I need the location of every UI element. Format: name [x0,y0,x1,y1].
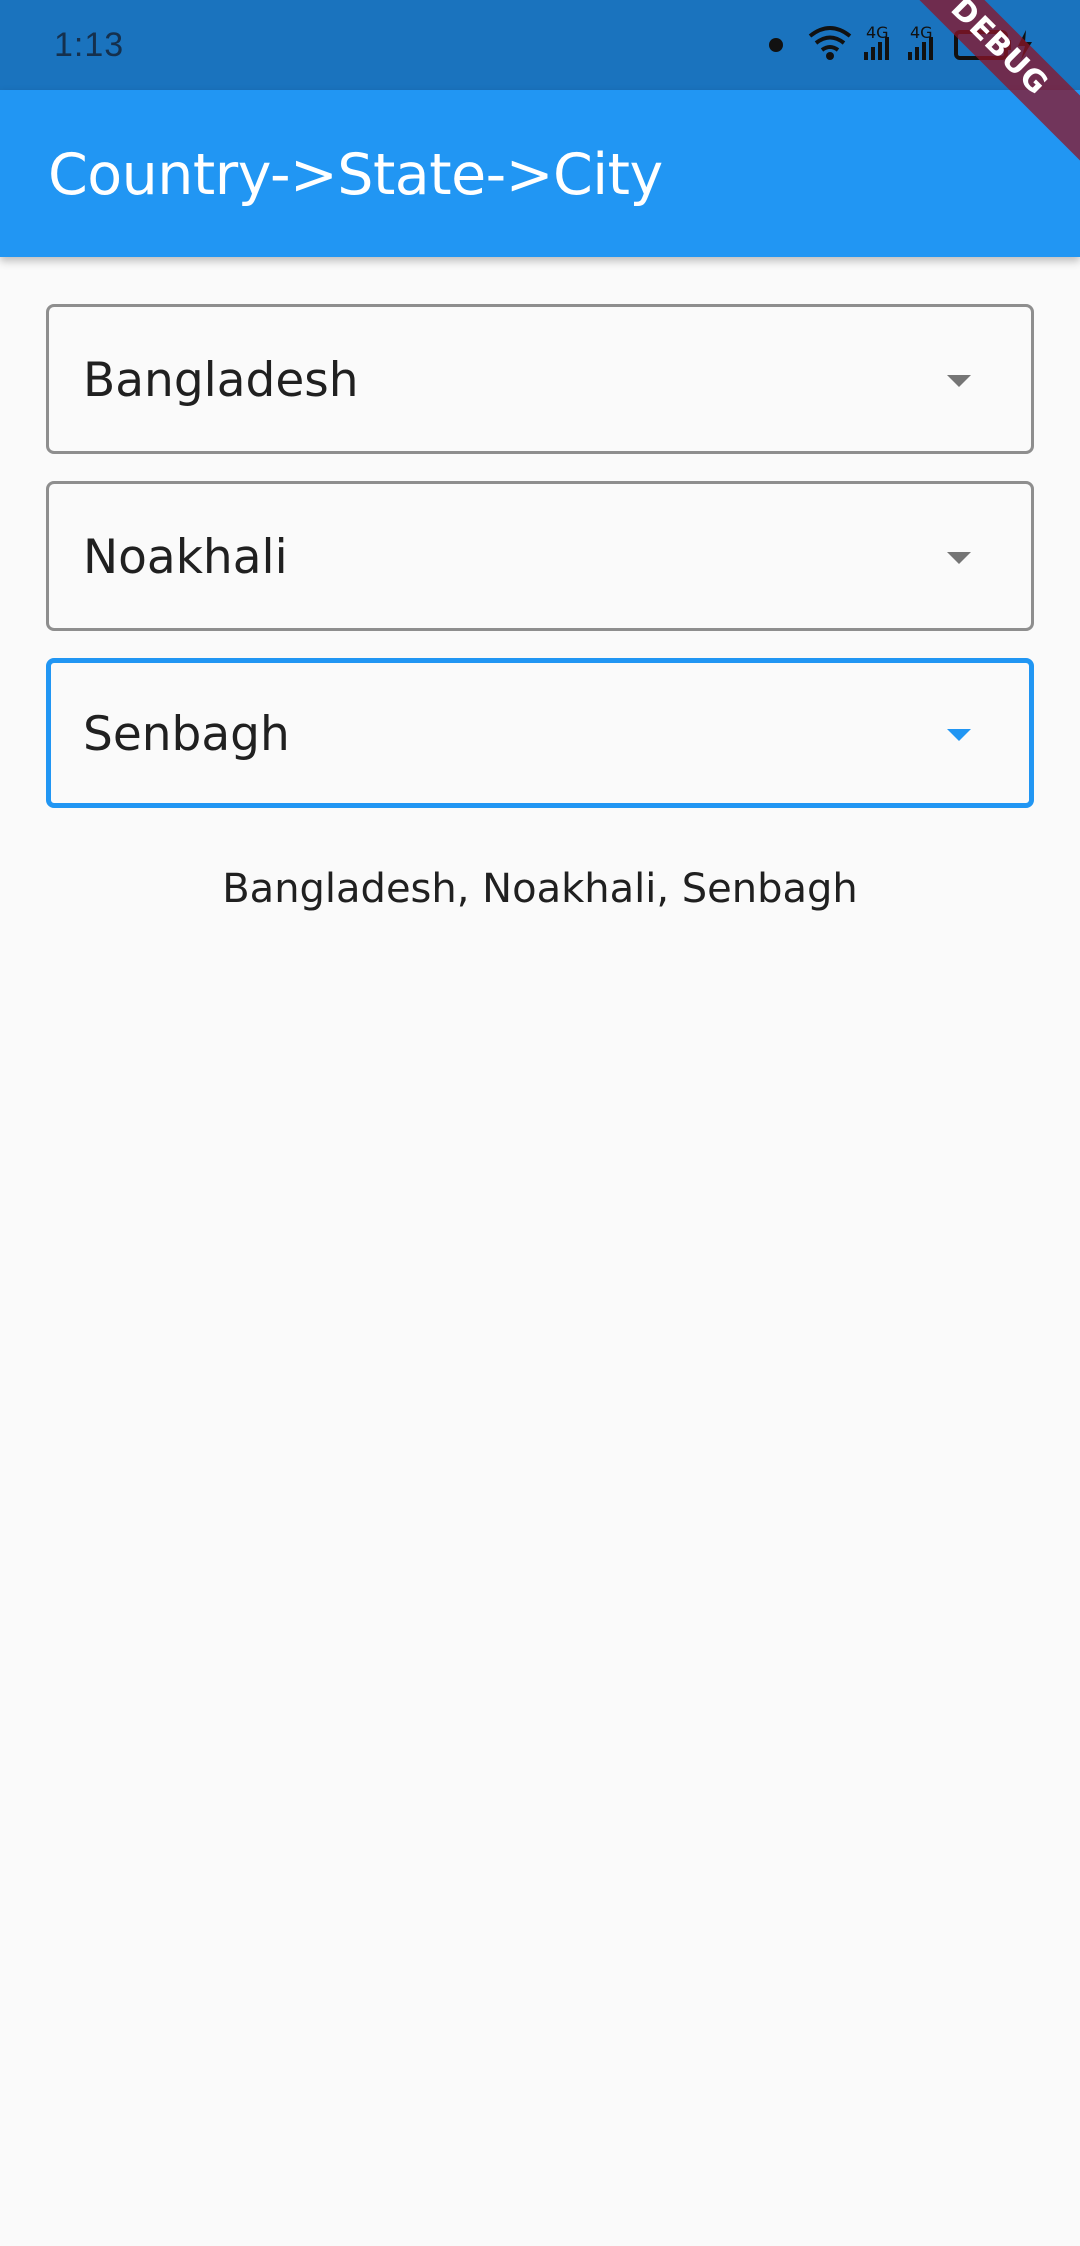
chevron-down-icon [947,552,971,564]
notification-dot-icon [769,38,783,52]
status-time: 1:13 [54,26,125,64]
signal-4g-icon: 4G [864,23,889,60]
wifi-icon [808,26,852,52]
page-title: Country->State->City [48,142,663,208]
country-dropdown-value: Bangladesh [83,353,359,408]
status-bar: 1:13 4G 4G [0,0,1080,90]
city-dropdown-value: Senbagh [83,707,290,762]
selection-summary: Bangladesh, Noakhali, Senbagh [222,866,858,912]
city-dropdown[interactable]: Senbagh [46,658,1034,808]
state-dropdown[interactable]: Noakhali [46,481,1034,631]
country-dropdown[interactable]: Bangladesh [46,304,1034,454]
app-bar: Country->State->City [0,90,1080,257]
signal-4g-icon: 4G [908,23,933,60]
chevron-down-icon [947,375,971,387]
chevron-down-icon [947,729,971,741]
state-dropdown-value: Noakhali [83,530,288,585]
